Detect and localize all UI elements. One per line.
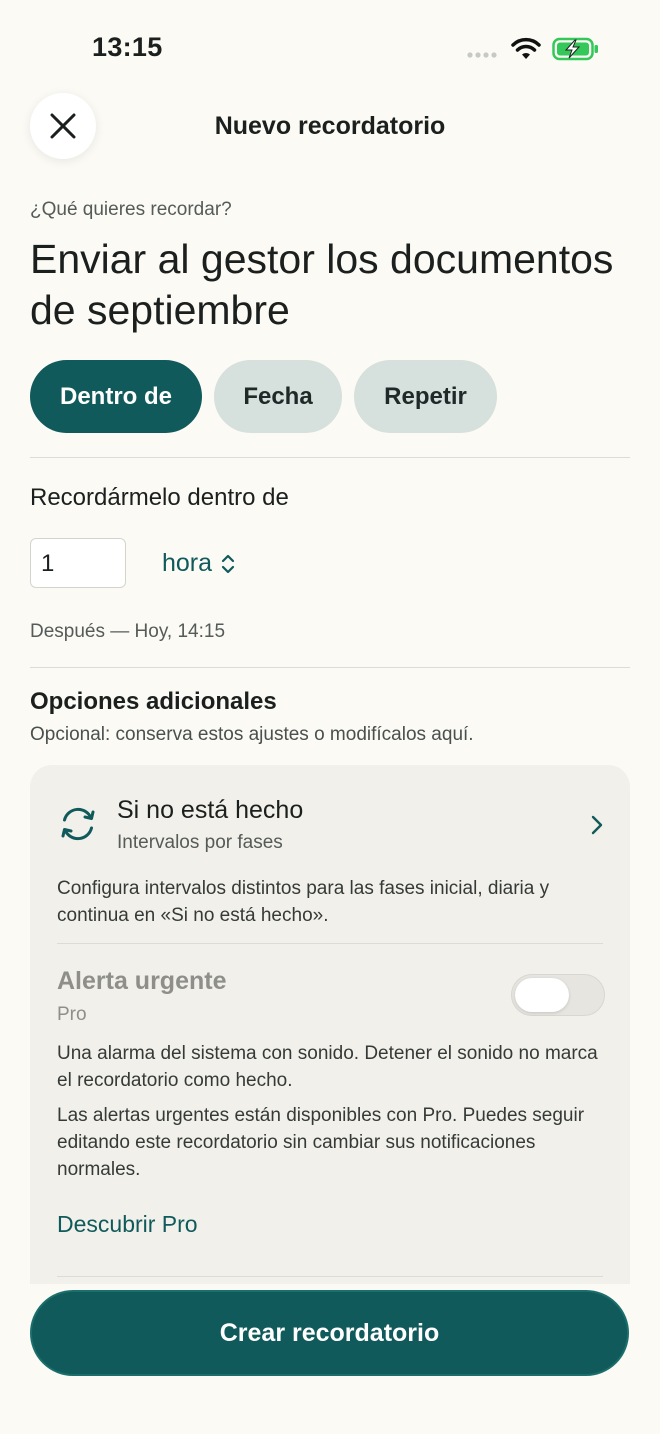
- tab-repetir[interactable]: Repetir: [354, 360, 497, 433]
- pro-badge: Pro: [57, 1004, 87, 1025]
- tab-fecha[interactable]: Fecha: [214, 360, 342, 433]
- urgent-alert-toggle[interactable]: [511, 974, 605, 1016]
- divider: [57, 943, 603, 944]
- divider: [30, 667, 630, 668]
- unit-select[interactable]: hora: [162, 549, 236, 578]
- reminder-question-label: ¿Qué quieres recordar?: [30, 199, 232, 220]
- urgent-alert-pro-note: Las alertas urgentes están disponibles c…: [57, 1105, 585, 1180]
- within-label: Recordármelo dentro de: [30, 484, 289, 511]
- urgent-alert-description: Una alarma del sistema con sonido. Deten…: [57, 1043, 598, 1091]
- not-done-description: Configura intervalos distintos para las …: [57, 878, 550, 926]
- create-reminder-button[interactable]: Crear recordatorio: [30, 1290, 629, 1376]
- tab-dentro-de[interactable]: Dentro de: [30, 360, 202, 433]
- options-title: Opciones adicionales: [30, 688, 277, 715]
- not-done-title: Si no está hecho: [117, 796, 304, 824]
- cellular-signal-icon: [467, 52, 497, 58]
- unit-select-label: hora: [162, 549, 213, 577]
- options-subtitle: Opcional: conserva estos ajustes o modif…: [30, 724, 474, 745]
- not-done-subtitle: Intervalos por fases: [117, 832, 283, 853]
- chevron-right-icon[interactable]: [590, 814, 604, 836]
- after-time-text: Después — Hoy, 14:15: [30, 621, 226, 642]
- chevron-up-down-icon: [221, 554, 235, 573]
- amount-input[interactable]: 1: [30, 538, 126, 588]
- battery-charging-icon: [552, 37, 598, 61]
- divider: [30, 457, 630, 458]
- page-title: Nuevo recordatorio: [214, 112, 446, 140]
- reminder-text-field[interactable]: Enviar al gestor los documentos de septi…: [30, 234, 630, 336]
- status-time: 13:15: [92, 32, 163, 62]
- urgent-alert-title: Alerta urgente: [57, 967, 227, 995]
- divider: [57, 1276, 603, 1277]
- discover-pro-link[interactable]: Descubrir Pro: [57, 1211, 198, 1238]
- wifi-icon: [511, 37, 541, 59]
- toggle-knob: [515, 978, 569, 1012]
